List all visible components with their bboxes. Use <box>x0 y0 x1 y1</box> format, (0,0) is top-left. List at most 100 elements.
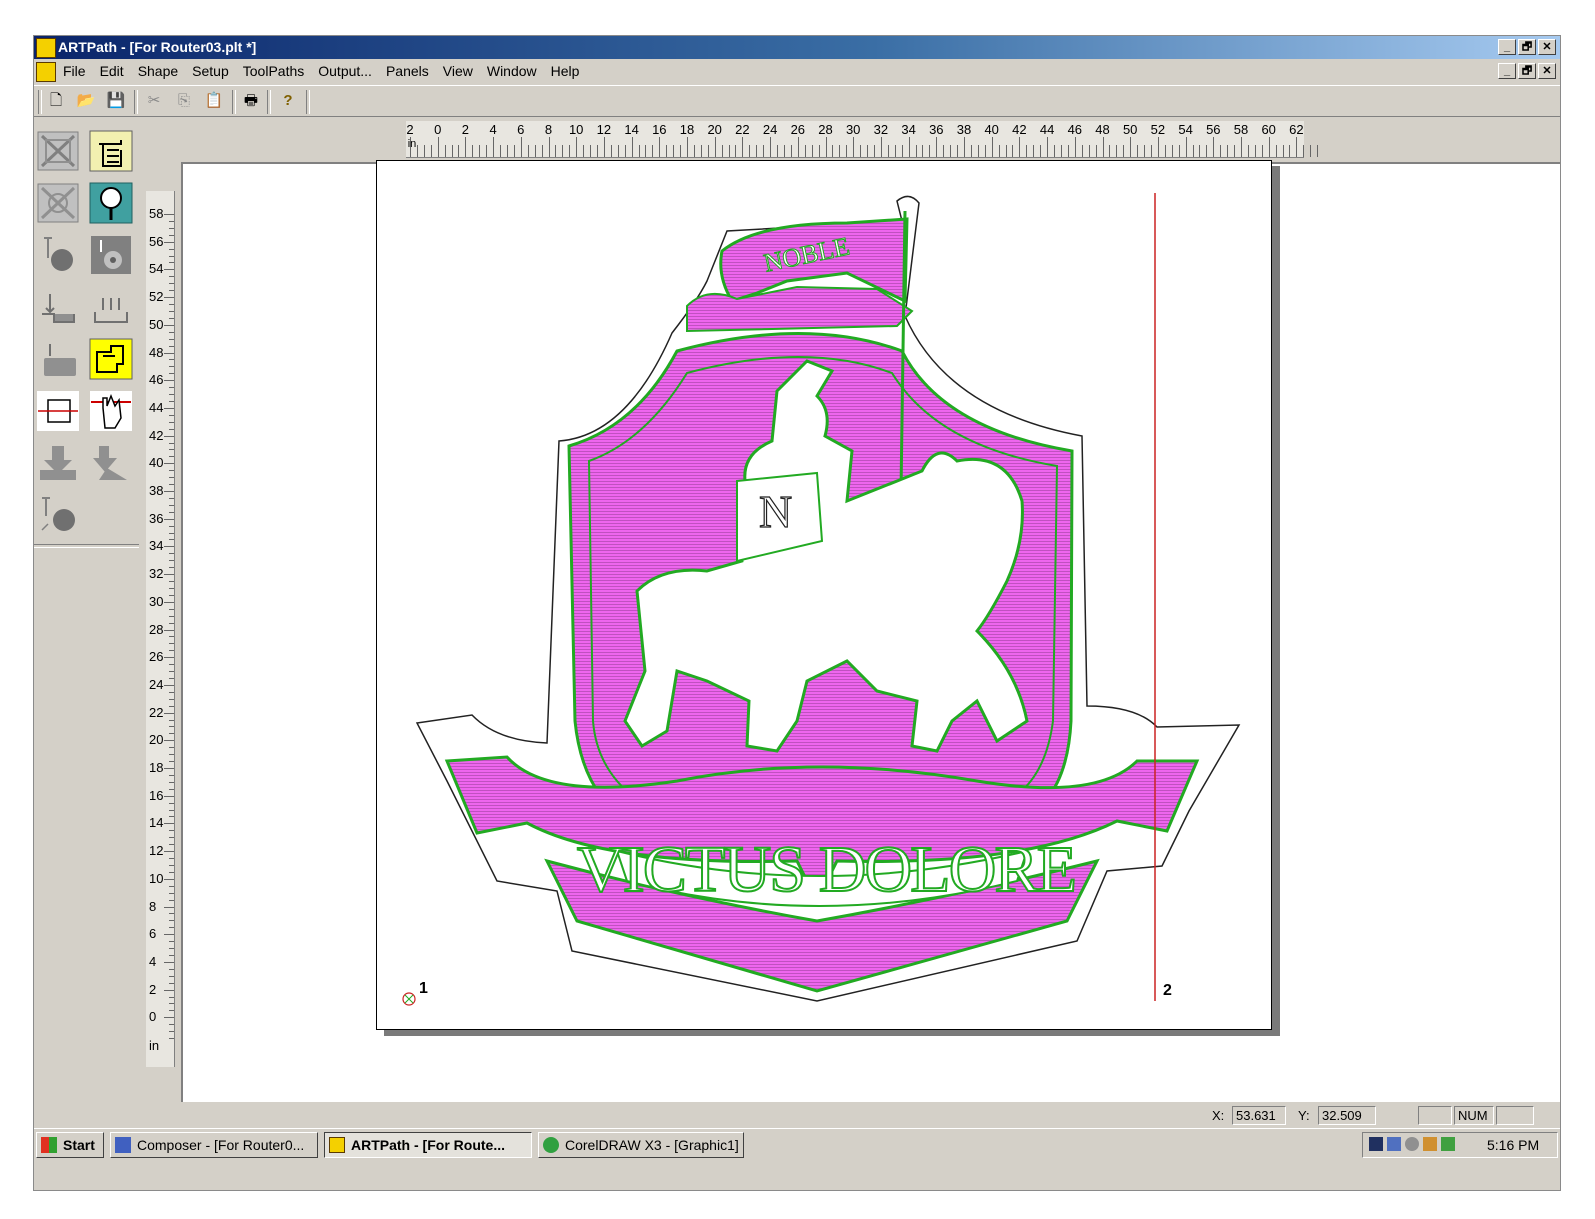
print-icon[interactable]: 🖶 <box>239 90 263 112</box>
h-ruler-tick <box>804 145 806 157</box>
taskbar-task-artpath[interactable]: ARTPath - [For Route... <box>324 1132 532 1158</box>
engrave-single-icon[interactable] <box>36 286 80 328</box>
new-document-icon[interactable]: 🗋 <box>44 90 68 112</box>
h-ruler-tick <box>1102 137 1104 157</box>
material-sheet[interactable]: NOBLE N VICTUS DOLORE 1 2 <box>376 160 1272 1030</box>
menu-help[interactable]: Help <box>544 59 587 83</box>
menu-shape[interactable]: Shape <box>131 59 185 83</box>
v-ruler-tick <box>169 871 174 873</box>
doc-restore-button[interactable]: 🗗 <box>1518 63 1536 79</box>
v-ruler-label: 44 <box>149 399 164 415</box>
drill-tool-icon[interactable] <box>36 234 80 276</box>
h-ruler-tick <box>652 145 654 157</box>
drill-points-icon[interactable] <box>36 494 80 536</box>
v-ruler-tick <box>169 317 174 319</box>
h-ruler-tick <box>500 145 502 157</box>
h-ruler-tick <box>867 145 869 157</box>
h-ruler-tick <box>846 145 848 157</box>
v-ruler-tick <box>169 920 174 922</box>
save-disk-icon[interactable]: 💾 <box>104 90 128 112</box>
move-hand-icon[interactable] <box>89 390 133 432</box>
copy-icon[interactable]: ⎘ <box>172 90 196 112</box>
v-ruler-tick <box>169 968 174 970</box>
offset-shape-icon[interactable] <box>89 338 133 380</box>
h-ruler-tick <box>1241 137 1242 157</box>
hand-pointer-icon[interactable] <box>89 130 133 172</box>
cut-scissors-icon[interactable]: ✂ <box>142 90 166 112</box>
h-ruler-label: 60 <box>1261 122 1276 137</box>
artpath-app-icon[interactable] <box>36 38 56 58</box>
h-ruler-label: 50 <box>1122 122 1138 137</box>
vertical-ruler[interactable]: 58 56 54 52 50 48 46 44 42 40 38 36 34 32 30 28 26 24 22 20… <box>146 191 175 1067</box>
open-folder-icon[interactable]: 📂 <box>74 90 98 112</box>
network-icon[interactable] <box>1387 1137 1401 1151</box>
menu-output[interactable]: Output... <box>311 59 379 83</box>
menu-bar: File Edit Shape Setup ToolPaths Output..… <box>34 59 1560 83</box>
zoom-magnifier-icon[interactable] <box>89 182 133 224</box>
v-ruler-tick <box>169 608 174 610</box>
v-ruler-tick <box>169 331 174 333</box>
help-icon[interactable]: ? <box>276 90 300 112</box>
h-ruler-tick <box>423 145 425 157</box>
h-ruler-label: 8 <box>544 122 553 137</box>
horizontal-ruler[interactable]: 2 0 2 4 6 8 10 12 14 16 18 20 22 24 26 28 30 32 34 36 38 40 42… <box>406 121 1319 158</box>
v-ruler-tick <box>169 726 174 728</box>
taskbar-task-composer[interactable]: Composer - [For Router0... <box>110 1132 318 1158</box>
h-ruler-tick <box>1074 137 1076 157</box>
v-ruler-tick <box>169 497 174 499</box>
start-button[interactable]: Start <box>36 1132 104 1158</box>
title-bar[interactable]: ARTPath - [For Router03.plt *] _ 🗗 ✕ <box>34 36 1560 59</box>
v-ruler-tick <box>169 366 174 368</box>
menu-view[interactable]: View <box>436 59 480 83</box>
doc-minimize-button[interactable]: _ <box>1498 63 1516 79</box>
pocket-tool-icon[interactable] <box>89 234 133 276</box>
v-ruler-tick <box>164 961 174 963</box>
menu-edit[interactable]: Edit <box>93 59 131 83</box>
delete-all-icon[interactable] <box>36 182 80 224</box>
h-ruler-label: 2 <box>461 122 470 137</box>
v-ruler-label: 36 <box>149 510 164 526</box>
v-ruler-tick <box>169 636 174 638</box>
engrave-multi-icon[interactable] <box>89 286 133 328</box>
tray-app-icon[interactable] <box>1369 1137 1383 1151</box>
restore-button[interactable]: 🗗 <box>1518 39 1536 55</box>
crest-drawing[interactable]: NOBLE N VICTUS DOLORE 1 2 <box>377 161 1271 1029</box>
menu-setup[interactable]: Setup <box>185 59 236 83</box>
menu-file[interactable]: File <box>56 59 93 83</box>
cd-icon[interactable] <box>1405 1137 1419 1151</box>
delete-path-icon[interactable] <box>36 130 80 172</box>
h-ruler-tick <box>777 145 779 157</box>
export-down-icon[interactable] <box>89 442 133 484</box>
h-ruler-tick <box>1088 145 1090 157</box>
tray-green-icon[interactable] <box>1441 1137 1455 1151</box>
v-ruler-tick <box>169 484 174 486</box>
h-ruler-label: 42 <box>1012 122 1027 137</box>
document-icon[interactable] <box>36 62 56 82</box>
h-ruler-label: 10 <box>568 122 584 137</box>
security-icon[interactable] <box>1423 1137 1437 1151</box>
v-ruler-label: 50 <box>149 316 164 332</box>
taskbar-task-coreldraw[interactable]: CorelDRAW X3 - [Graphic1] <box>538 1132 744 1158</box>
v-ruler-tick <box>164 712 174 714</box>
plunge-tool-icon[interactable] <box>36 338 80 380</box>
v-ruler-label: 34 <box>149 538 164 554</box>
import-down-icon[interactable] <box>36 442 80 484</box>
h-ruler-tick <box>936 137 938 157</box>
menu-panels[interactable]: Panels <box>379 59 436 83</box>
coreldraw-app-icon <box>543 1137 559 1153</box>
h-ruler-tick <box>860 145 862 157</box>
doc-close-button[interactable]: ✕ <box>1538 63 1556 79</box>
start-end-point-icon[interactable] <box>36 390 80 432</box>
h-ruler-tick <box>1109 145 1111 157</box>
h-ruler-tick <box>1019 137 1021 157</box>
menu-toolpaths[interactable]: ToolPaths <box>236 59 311 83</box>
close-button[interactable]: ✕ <box>1538 39 1556 55</box>
v-ruler-tick <box>169 276 174 278</box>
minimize-button[interactable]: _ <box>1498 39 1516 55</box>
paste-icon[interactable]: 📋 <box>202 90 226 112</box>
h-ruler-unit: in <box>407 138 417 150</box>
h-ruler-tick <box>984 145 986 157</box>
v-ruler-tick <box>169 954 174 956</box>
menu-window[interactable]: Window <box>480 59 544 83</box>
v-ruler-tick <box>164 657 174 659</box>
